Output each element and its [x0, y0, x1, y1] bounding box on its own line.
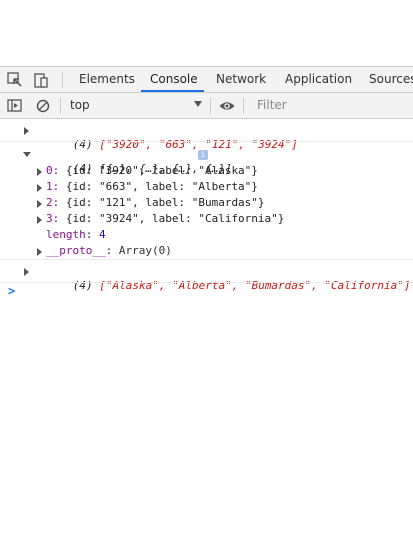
proto-value: : Array(0) [105, 244, 172, 257]
expand-triangle-icon[interactable] [24, 127, 29, 135]
expand-triangle-icon[interactable] [37, 184, 42, 192]
device-toolbar-icon[interactable] [32, 71, 50, 89]
expand-triangle-icon[interactable] [37, 168, 42, 176]
console-toolbar: top Filter [0, 93, 413, 119]
array-index: 0: [46, 164, 60, 177]
array-index: 3: [46, 212, 60, 225]
expand-triangle-icon[interactable] [37, 216, 42, 224]
blank-top-area [0, 0, 413, 66]
tab-console[interactable]: Console [150, 67, 198, 92]
console-prompt[interactable]: > [8, 284, 15, 298]
log-entry[interactable]: (4) [{…}, {…}, {…}, {…}] i 0: {id: "3920… [0, 142, 413, 257]
log-divider [0, 282, 413, 283]
expand-triangle-icon[interactable] [37, 248, 42, 256]
array-preview: ["Alaska", "Alberta", "Bumardas", "Calif… [99, 279, 411, 292]
active-tab-indicator [141, 90, 204, 92]
tab-network[interactable]: Network [216, 67, 266, 92]
toolbar-divider [243, 98, 244, 114]
tab-sources[interactable]: Sources [369, 67, 413, 92]
filter-input[interactable]: Filter [257, 96, 287, 114]
eye-icon[interactable] [218, 97, 236, 115]
tab-elements[interactable]: Elements [79, 67, 135, 92]
dropdown-arrow-icon [194, 101, 202, 107]
tab-application[interactable]: Application [285, 67, 352, 92]
length-key: length [46, 228, 86, 241]
array-count: (4) [72, 279, 93, 292]
expand-triangle-icon[interactable] [24, 268, 29, 276]
collapse-triangle-icon[interactable] [23, 152, 31, 157]
context-selector-label: top [70, 98, 90, 112]
devtools-tab-bar: Elements Console Network Application Sou… [0, 66, 413, 93]
expand-triangle-icon[interactable] [37, 200, 42, 208]
object-preview: {id: "121", label: "Bumardas"} [65, 196, 265, 209]
log-entry[interactable]: (4) ["Alaska", "Alberta", "Bumardas", "C… [0, 260, 413, 292]
inspect-element-icon[interactable] [6, 71, 24, 89]
toolbar-divider [210, 98, 211, 114]
toolbar-divider [62, 72, 63, 88]
proto-key: __proto__ [46, 244, 106, 257]
clear-console-icon[interactable] [34, 97, 52, 115]
toolbar-divider [60, 98, 61, 114]
log-entry[interactable]: (4) ["3920", "663", "121", "3924"] [0, 119, 413, 151]
show-sidebar-icon[interactable] [6, 97, 24, 115]
object-preview: {id: "3920", label: "Alaska"} [65, 164, 258, 177]
array-index: 1: [46, 180, 60, 193]
length-value: 4 [99, 228, 106, 241]
context-selector[interactable]: top [66, 96, 206, 114]
info-icon[interactable]: i [198, 150, 208, 160]
object-preview: {id: "663", label: "Alberta"} [65, 180, 258, 193]
object-preview: {id: "3924", label: "California"} [65, 212, 285, 225]
array-index: 2: [46, 196, 60, 209]
